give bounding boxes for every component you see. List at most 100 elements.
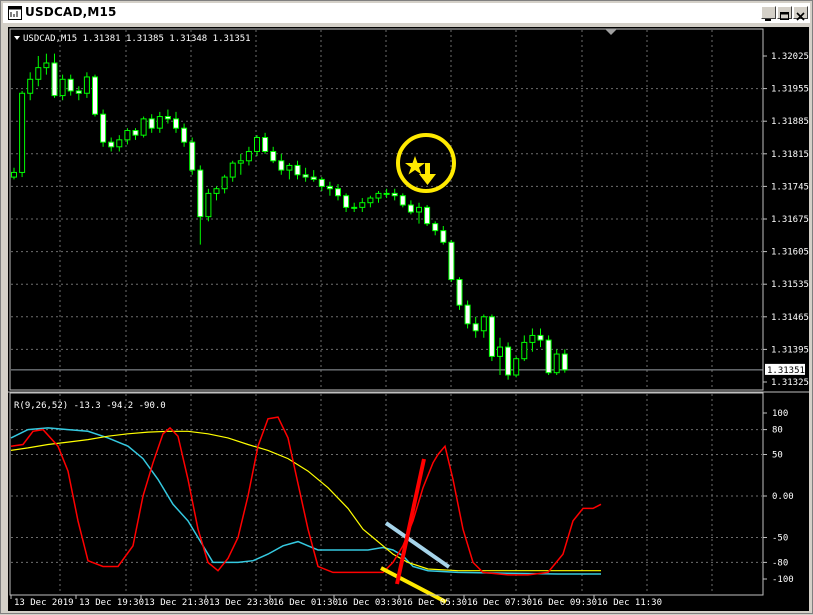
candle-body xyxy=(35,67,42,80)
candle-body xyxy=(83,76,90,94)
candle-body xyxy=(254,137,260,152)
candle-body xyxy=(359,202,366,208)
indicator-tick-label: 0.00 xyxy=(772,492,794,502)
price-tick-label: 1.31395 xyxy=(771,345,809,355)
candle-body xyxy=(262,137,269,152)
price-tick-label: 1.31535 xyxy=(771,280,809,290)
candle-body xyxy=(537,334,544,341)
price-tick-label: 1.31465 xyxy=(771,313,809,323)
candle-body xyxy=(545,339,552,374)
candle-body xyxy=(480,316,487,332)
signal-line-yellow xyxy=(10,430,601,572)
candle-body xyxy=(116,139,123,148)
candle-body xyxy=(43,62,50,69)
grid xyxy=(11,30,763,594)
candle-body xyxy=(529,334,536,343)
candle-body xyxy=(302,174,309,178)
candle-body xyxy=(399,195,406,206)
axes: 1.32025 1.31955 1.31885 1.31815 1.31745 1.316… xyxy=(8,28,809,608)
dropdown-triangle-icon[interactable] xyxy=(14,36,20,40)
candle-body xyxy=(553,353,560,374)
candle-body xyxy=(513,358,520,376)
candle-body xyxy=(132,130,139,136)
candle-body xyxy=(375,192,382,199)
minimize-button[interactable] xyxy=(761,6,776,21)
candle-body xyxy=(326,185,333,190)
price-tick-label: 1.31885 xyxy=(771,117,809,127)
candle-body xyxy=(456,279,463,306)
candle-body xyxy=(383,192,390,195)
chart-canvas[interactable]: 1.32025 1.31955 1.31885 1.31815 1.31745 1.316… xyxy=(8,27,809,611)
candle-body xyxy=(75,90,82,94)
candle-body xyxy=(464,304,471,325)
down-arrow-icon xyxy=(419,163,436,185)
chart-area[interactable]: 1.32025 1.31955 1.31885 1.31815 1.31745 1.316… xyxy=(8,27,809,611)
candle-body xyxy=(67,78,74,92)
candle-body xyxy=(335,188,341,197)
candle-body xyxy=(27,78,34,94)
indicator-tick-label: -100 xyxy=(772,575,794,585)
indicator-tick-label: -50 xyxy=(772,534,788,544)
indicator-tick-label: -80 xyxy=(772,558,788,568)
candle-body xyxy=(440,230,447,243)
candle-body xyxy=(245,150,252,162)
candle-body xyxy=(213,188,220,194)
close-icon xyxy=(796,12,805,21)
signal-line-cyan xyxy=(10,427,601,575)
indicator-tick-label: 50 xyxy=(772,451,783,461)
candle-body xyxy=(148,118,155,129)
candle-body xyxy=(416,206,422,213)
annotation-line-lightblue xyxy=(384,521,451,569)
candle-body xyxy=(59,78,66,97)
time-axis-label: 13 Dec 2019 xyxy=(14,598,74,608)
time-axis-label: 13 Dec 23:30 xyxy=(209,598,274,608)
candle-body xyxy=(367,197,374,204)
candle-body xyxy=(318,178,325,187)
candle-body xyxy=(140,118,147,136)
maximize-button[interactable] xyxy=(777,6,792,20)
candle-body xyxy=(100,113,107,143)
candle-body xyxy=(19,92,26,173)
candle-body xyxy=(472,323,479,332)
price-tick-label: 1.31675 xyxy=(771,215,809,225)
candle-body xyxy=(424,206,431,225)
candle-body xyxy=(181,127,188,143)
candle-body xyxy=(156,116,163,129)
close-button[interactable] xyxy=(793,6,808,21)
candle-body xyxy=(189,141,196,171)
chart-info: USDCAD,M15 1.31381 1.31385 1.31348 1.313… xyxy=(14,34,251,44)
candle-body xyxy=(164,116,171,120)
chart-shift-marker-icon[interactable] xyxy=(605,29,617,35)
annotation-line-red xyxy=(395,458,426,585)
candle-body xyxy=(407,204,414,213)
candle-body xyxy=(92,76,98,115)
candle-body xyxy=(521,341,528,360)
candle-body xyxy=(561,353,568,371)
indicator-tick-label: 80 xyxy=(772,426,783,436)
time-axis-label: 16 Dec 09:30 xyxy=(532,598,597,608)
candle-body xyxy=(229,162,236,178)
candle-body xyxy=(391,192,398,197)
price-tick-label: 1.31815 xyxy=(771,150,809,160)
candle-body xyxy=(124,130,131,141)
candle-body xyxy=(351,206,358,209)
candle-body xyxy=(197,169,204,218)
candle-body xyxy=(497,346,503,357)
price-tick-label: 1.31605 xyxy=(771,248,809,258)
candle-body xyxy=(270,150,277,162)
chart-window: USDCAD,M15 1.32025 1.31955 1.31885 1.31815 1… xyxy=(0,0,813,614)
candle-body xyxy=(173,118,179,129)
window-title: USDCAD,M15 xyxy=(25,5,117,19)
candle-body xyxy=(108,141,115,148)
price-tick-label: 1.31325 xyxy=(771,378,809,388)
candle-body xyxy=(343,195,350,208)
time-axis-label: 16 Dec 07:30 xyxy=(467,598,532,608)
time-axis-label: 13 Dec 21:30 xyxy=(144,598,209,608)
time-axis-label: 13 Dec 19:30 xyxy=(79,598,144,608)
maximize-icon xyxy=(780,12,789,20)
candle-body xyxy=(294,164,301,176)
chart-window-icon xyxy=(8,6,22,20)
indicator-label: R(9,26,52) -13.3 -94.2 -90.0 xyxy=(14,401,166,411)
star-icon xyxy=(405,156,425,175)
title-bar[interactable]: USDCAD,M15 xyxy=(3,3,810,23)
